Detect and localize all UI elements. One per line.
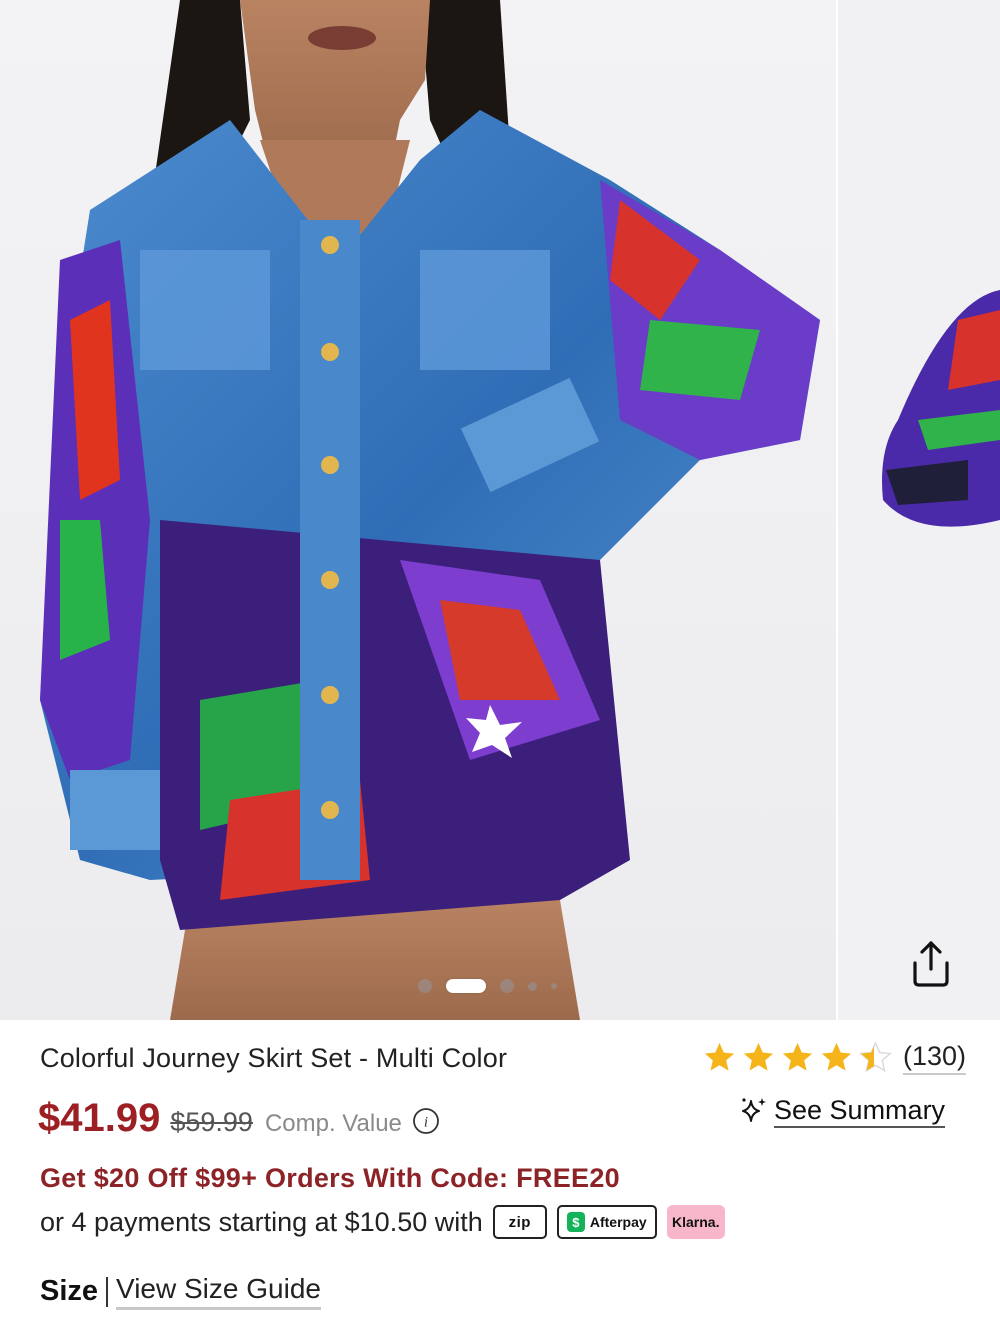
product-title: Colorful Journey Skirt Set - Multi Color (40, 1043, 508, 1073)
klarna-badge[interactable]: Klarna. (666, 1205, 725, 1239)
price-row: $41.99 $59.99 Comp. Value i (38, 1096, 440, 1141)
star-full-icon (704, 1042, 735, 1071)
afterpay-label: Afterpay (589, 1214, 647, 1230)
comp-value-label: Comp. Value (264, 1110, 402, 1137)
svg-text:i: i (424, 1115, 428, 1131)
star-full-icon (743, 1042, 774, 1071)
installment-payments: or 4 payments starting at $10.50 with zi… (40, 1205, 725, 1239)
size-label: Size (40, 1275, 99, 1307)
review-count-link[interactable]: (130) (903, 1041, 967, 1075)
carousel-dot[interactable] (500, 979, 514, 993)
carousel-dot[interactable] (418, 979, 432, 993)
see-summary-link[interactable]: See Summary (738, 1094, 946, 1128)
sale-price: $41.99 (38, 1096, 161, 1140)
promo-message: Get $20 Off $99+ Orders With Code: FREE2… (40, 1163, 620, 1193)
see-summary-label[interactable]: See Summary (774, 1094, 946, 1128)
zip-label: zip (508, 1213, 531, 1231)
product-image-next[interactable] (838, 0, 1000, 1020)
size-section: Size View Size Guide (40, 1273, 321, 1310)
star-full-icon (782, 1042, 813, 1071)
carousel-pagination (0, 976, 1000, 996)
product-image-gallery[interactable] (0, 0, 1000, 1020)
zip-badge[interactable]: zip (492, 1205, 547, 1239)
sparkle-icon (742, 1098, 766, 1122)
original-price: $59.99 (170, 1107, 253, 1137)
carousel-dot[interactable] (528, 981, 537, 991)
star-half-icon (859, 1041, 892, 1073)
product-image-main[interactable] (0, 0, 836, 1020)
afterpay-logo-icon: $ (566, 1212, 585, 1232)
rating-stars (702, 1040, 893, 1075)
carousel-dot[interactable] (551, 983, 557, 989)
klarna-label: Klarna. (672, 1214, 720, 1230)
model-photo-next (882, 290, 1000, 527)
afterpay-badge[interactable]: $ Afterpay (556, 1205, 657, 1239)
product-rating[interactable]: (130) (702, 1040, 967, 1075)
carousel-dot-active[interactable] (446, 979, 486, 993)
size-divider (106, 1276, 109, 1307)
size-guide-link[interactable]: View Size Guide (116, 1273, 321, 1310)
installment-text: or 4 payments starting at $10.50 with (40, 1206, 483, 1237)
model-photo (40, 0, 820, 1020)
star-full-icon (821, 1042, 852, 1071)
info-icon[interactable]: i (412, 1107, 440, 1135)
